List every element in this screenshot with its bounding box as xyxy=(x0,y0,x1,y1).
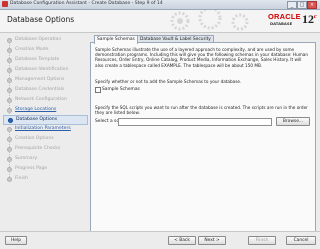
nav-item-database-operation: Database Operation xyxy=(3,36,86,48)
tab-content: Sample Schemas illustrate the use of a l… xyxy=(90,42,316,232)
script-path-input[interactable] xyxy=(118,118,272,126)
minimize-button[interactable]: _ xyxy=(287,1,297,9)
back-button[interactable]: < Back xyxy=(168,236,196,245)
nav-item-database-credentials: Database Credentials xyxy=(3,86,86,98)
options-panel: Sample Schemas Database Vault & Label Se… xyxy=(90,35,316,232)
browse-button[interactable]: Browse... xyxy=(276,117,310,126)
nav-item-storage-locations[interactable]: Storage Locations xyxy=(3,106,86,118)
dbca-window: Database Configuration Assistant - Creat… xyxy=(0,0,320,249)
nav-item-network-configuration: Network Configuration xyxy=(3,96,86,108)
nav-item-database-options[interactable]: Database Options xyxy=(3,115,88,125)
sample-schemas-description: Sample Schemas illustrate the use of a l… xyxy=(95,47,309,68)
cancel-button[interactable]: Cancel xyxy=(286,236,316,245)
nav-item-summary: Summary xyxy=(3,155,86,167)
nav-item-database-identification: Database Identification xyxy=(3,66,86,78)
close-button[interactable]: × xyxy=(307,1,317,9)
nav-item-management-options: Management Options xyxy=(3,76,86,88)
finish-button[interactable]: Finish xyxy=(248,236,276,245)
nav-item-initialization-parameters[interactable]: Initialization Parameters xyxy=(3,125,86,137)
maximize-button[interactable]: □ xyxy=(297,1,307,9)
nav-item-finish: Finish xyxy=(3,175,86,183)
sample-schemas-checkbox[interactable] xyxy=(95,87,101,93)
nav-item-creation-mode: Creation Mode xyxy=(3,46,86,58)
nav-item-creation-options: Creation Options xyxy=(3,135,86,147)
scripts-prompt: Specify the SQL scripts you want to run … xyxy=(95,105,308,116)
nav-item-database-template: Database Template xyxy=(3,56,86,68)
title-bar: Database Configuration Assistant - Creat… xyxy=(0,0,320,10)
wizard-footer: Help < Back Next > Finish Cancel xyxy=(0,231,320,249)
current-step-icon xyxy=(8,118,13,123)
step-navigation: Database Operation Creation Mode Databas… xyxy=(3,34,88,230)
page-title: Database Options xyxy=(7,15,75,24)
sample-schemas-checkbox-label[interactable]: Sample Schemas xyxy=(102,87,140,92)
oracle-logo: ORACLE DATABASE 12c xyxy=(268,12,317,26)
gears-decoration-icon xyxy=(170,10,249,31)
step-dot-icon xyxy=(7,177,12,182)
nav-item-prerequisite-checks: Prerequisite Checks xyxy=(3,145,86,157)
tab-sample-schemas[interactable]: Sample Schemas xyxy=(94,35,138,44)
app-icon xyxy=(2,1,8,7)
window-title: Database Configuration Assistant - Creat… xyxy=(10,1,163,6)
nav-item-progress-page: Progress Page xyxy=(3,165,86,177)
checkbox-prompt: Specify whether or not to add the Sample… xyxy=(95,79,242,84)
help-button[interactable]: Help xyxy=(5,236,27,245)
next-button[interactable]: Next > xyxy=(198,236,226,245)
